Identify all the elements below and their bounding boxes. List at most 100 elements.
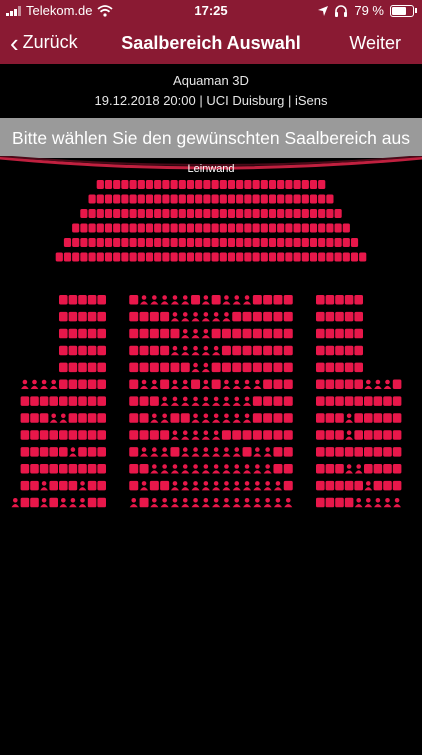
seat[interactable]	[113, 209, 121, 218]
seat[interactable]	[260, 209, 268, 218]
seat[interactable]	[354, 447, 363, 457]
seat-person-icon[interactable]	[191, 430, 200, 440]
seat[interactable]	[263, 362, 273, 373]
seat[interactable]	[170, 238, 178, 247]
seat[interactable]	[309, 252, 318, 262]
seat[interactable]	[316, 430, 325, 440]
seat[interactable]	[180, 413, 190, 423]
seat[interactable]	[139, 430, 149, 440]
seat-person-icon[interactable]	[222, 295, 231, 305]
seat[interactable]	[129, 209, 137, 218]
seat[interactable]	[80, 252, 88, 262]
seat[interactable]	[145, 252, 154, 262]
seat[interactable]	[121, 252, 129, 262]
seat[interactable]	[359, 252, 367, 262]
seat[interactable]	[309, 209, 318, 218]
seat[interactable]	[145, 209, 154, 218]
seat[interactable]	[227, 252, 236, 262]
seat[interactable]	[273, 328, 283, 339]
seat[interactable]	[383, 413, 392, 423]
seat[interactable]	[316, 328, 325, 339]
seat[interactable]	[325, 345, 335, 356]
seat[interactable]	[325, 464, 335, 474]
seat[interactable]	[211, 379, 221, 390]
seat-person-icon[interactable]	[345, 464, 353, 474]
seat-person-icon[interactable]	[374, 379, 382, 389]
seat-person-icon[interactable]	[150, 295, 159, 305]
seat[interactable]	[277, 238, 285, 247]
seat-person-icon[interactable]	[150, 498, 159, 508]
seat-person-icon[interactable]	[150, 379, 159, 389]
seat[interactable]	[285, 252, 293, 262]
seat[interactable]	[236, 223, 244, 233]
seat[interactable]	[104, 180, 113, 189]
seat-person-icon[interactable]	[170, 379, 179, 389]
seat-person-icon[interactable]	[160, 413, 169, 423]
seat[interactable]	[195, 252, 203, 262]
seat-person-icon[interactable]	[201, 295, 210, 305]
seat[interactable]	[293, 252, 301, 262]
seat[interactable]	[129, 480, 139, 491]
seat[interactable]	[219, 180, 227, 189]
seat[interactable]	[273, 311, 283, 322]
seat[interactable]	[154, 252, 162, 262]
seat[interactable]	[59, 447, 68, 457]
seat-person-icon[interactable]	[181, 295, 190, 305]
seat[interactable]	[97, 328, 106, 339]
seat[interactable]	[178, 223, 186, 233]
seat[interactable]	[373, 430, 383, 440]
seat[interactable]	[68, 413, 78, 423]
seat[interactable]	[344, 447, 354, 457]
seat[interactable]	[20, 497, 30, 508]
seat[interactable]	[137, 223, 145, 233]
seat[interactable]	[191, 379, 201, 390]
seat-person-icon[interactable]	[181, 481, 190, 491]
seat[interactable]	[72, 238, 80, 247]
seat-person-icon[interactable]	[191, 329, 200, 339]
seat-person-icon[interactable]	[170, 345, 179, 356]
seat[interactable]	[20, 464, 30, 474]
seat[interactable]	[316, 379, 325, 390]
seat[interactable]	[325, 311, 335, 322]
seat[interactable]	[20, 413, 30, 423]
seat[interactable]	[325, 447, 335, 457]
seat[interactable]	[354, 396, 363, 406]
seat-person-icon[interactable]	[191, 498, 200, 508]
seat[interactable]	[283, 480, 293, 491]
seat[interactable]	[59, 295, 68, 305]
seat[interactable]	[252, 238, 260, 247]
seat-person-icon[interactable]	[243, 295, 252, 305]
seat[interactable]	[170, 447, 180, 457]
seat[interactable]	[383, 447, 392, 457]
seat[interactable]	[104, 209, 113, 218]
seat[interactable]	[244, 252, 252, 262]
seat[interactable]	[268, 209, 277, 218]
seat[interactable]	[293, 209, 301, 218]
seat[interactable]	[334, 223, 342, 233]
seat[interactable]	[203, 194, 211, 204]
seat[interactable]	[162, 180, 170, 189]
seat[interactable]	[113, 223, 121, 233]
seat[interactable]	[97, 345, 106, 356]
seat[interactable]	[364, 413, 373, 423]
seat[interactable]	[68, 362, 78, 373]
seat[interactable]	[87, 328, 97, 339]
seat[interactable]	[59, 480, 68, 491]
seat[interactable]	[273, 345, 283, 356]
seat[interactable]	[277, 194, 285, 204]
seat[interactable]	[72, 252, 80, 262]
seat[interactable]	[145, 180, 154, 189]
seat-person-icon[interactable]	[191, 345, 200, 356]
seat[interactable]	[227, 223, 236, 233]
seat[interactable]	[87, 480, 97, 491]
seat[interactable]	[344, 379, 354, 390]
seat[interactable]	[392, 430, 402, 440]
seat[interactable]	[236, 180, 244, 189]
seat-person-icon[interactable]	[170, 498, 179, 508]
seat[interactable]	[39, 413, 49, 423]
seat[interactable]	[277, 223, 285, 233]
seat-person-icon[interactable]	[263, 447, 272, 457]
seat[interactable]	[78, 430, 87, 440]
seat-person-icon[interactable]	[170, 312, 179, 322]
seat[interactable]	[195, 223, 203, 233]
